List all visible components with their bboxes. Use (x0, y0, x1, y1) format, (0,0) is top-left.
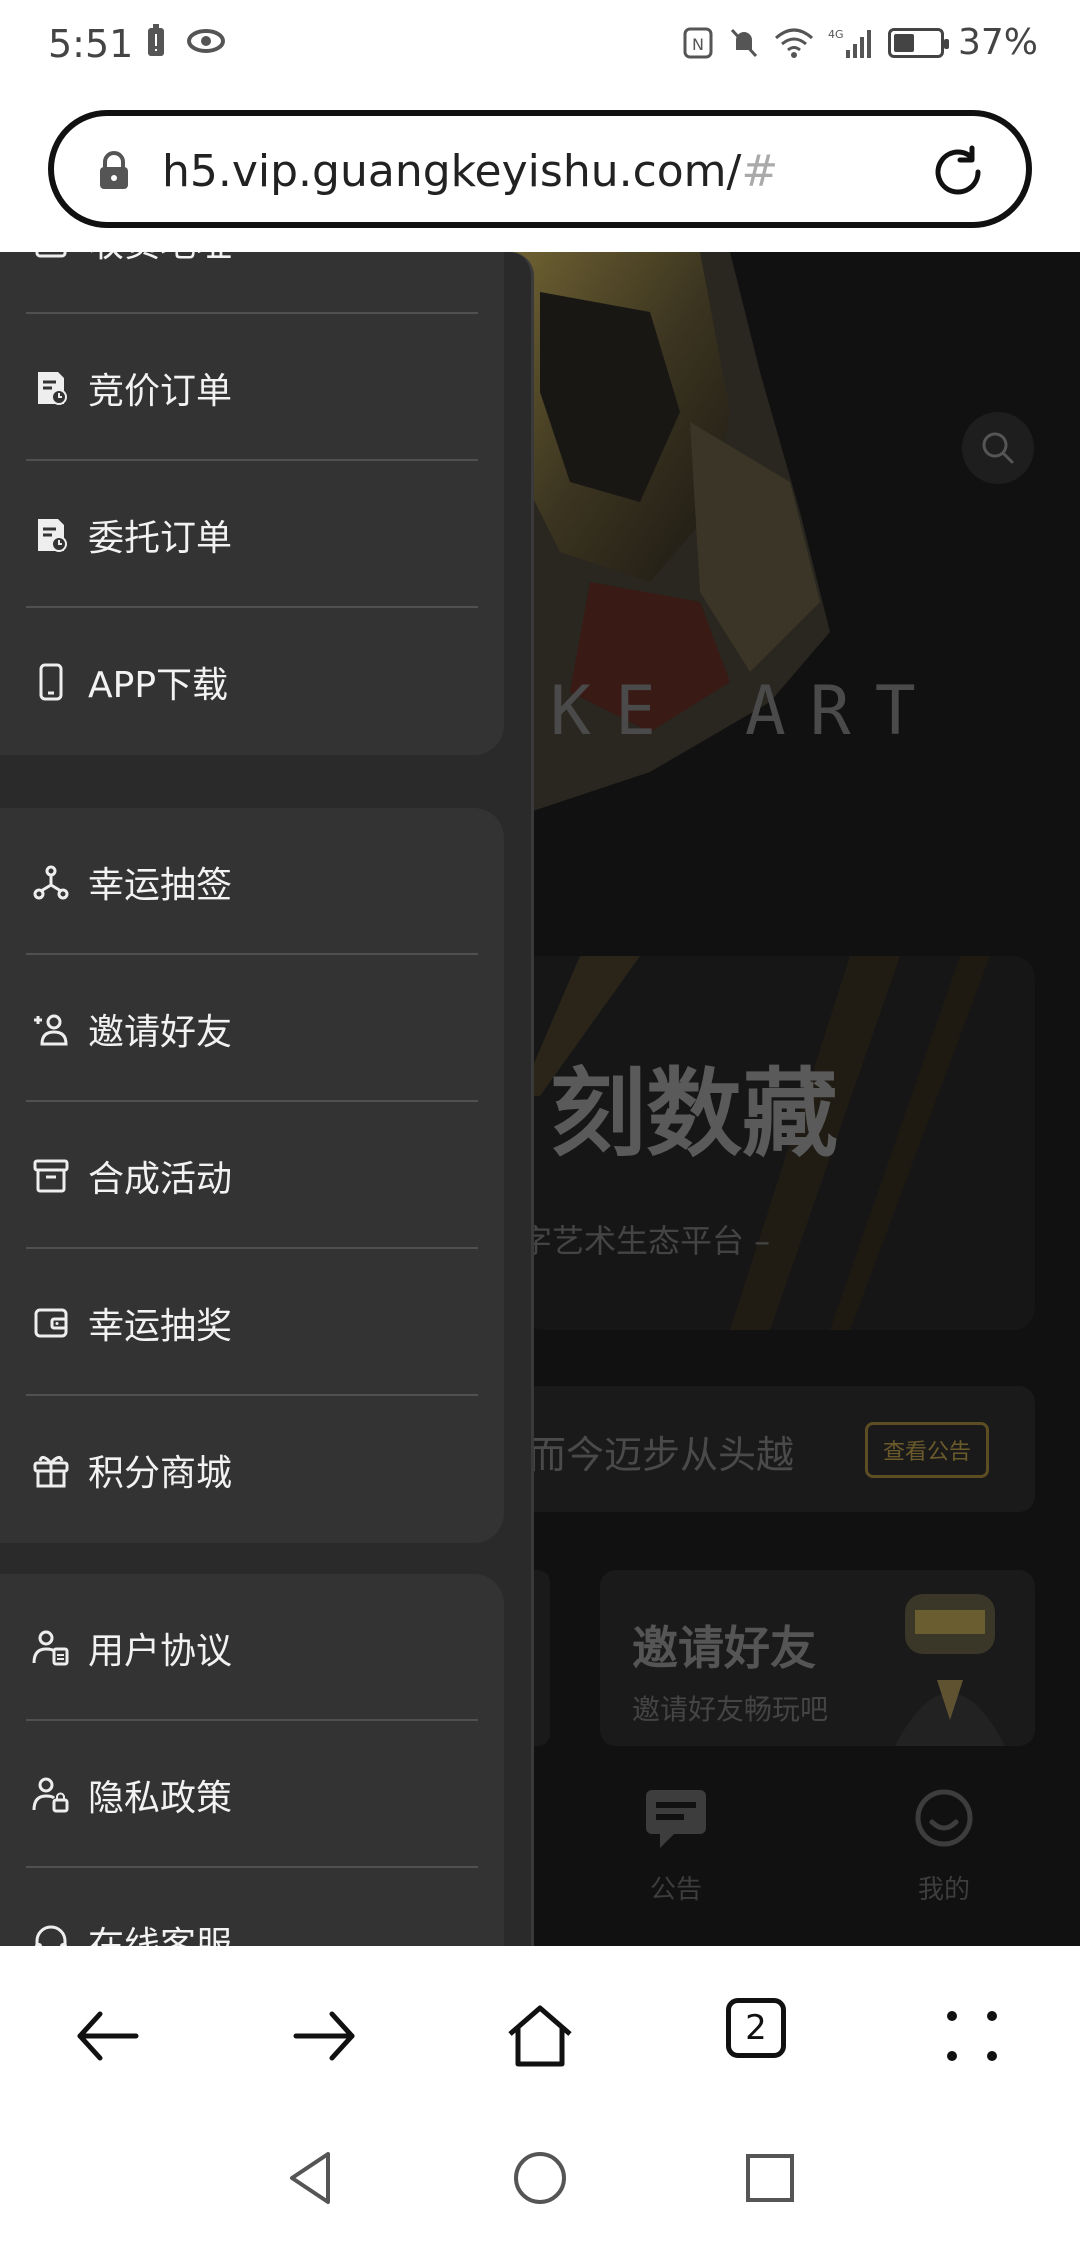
wallet-icon (34, 1308, 68, 1337)
drawer-item-label: 用户协议 (88, 1630, 233, 1672)
address-bar[interactable]: h5.vip.guangkeyishu.com/# (48, 110, 1032, 228)
battery-icon (887, 27, 949, 58)
battery-percent: 37% (957, 22, 1038, 63)
phone-icon (39, 663, 63, 700)
view-notice-button[interactable]: 查看公告 (865, 1422, 989, 1478)
tab-profile[interactable]: 我的 (884, 1782, 1004, 1906)
banner-title: 刻数藏 (550, 1058, 838, 1170)
drawer-item-label: 邀请好友 (88, 1011, 233, 1053)
lock-icon (100, 151, 128, 189)
status-bar: 5:51 N 4G 37% (0, 0, 1080, 92)
status-time: 5:51 (48, 22, 134, 66)
drawer-group-activities: 幸运抽签 邀请好友 合成活动 幸运抽奖 积分商城 (0, 808, 504, 1543)
hero-banner[interactable]: 刻数藏 字艺术生态平台 – (520, 956, 1035, 1330)
side-drawer: 收货地址 竞价订单 委托订单 APP下载 幸运抽签 邀请好 (0, 252, 534, 1946)
url-host: h5.vip.guangkeyishu.com/ (162, 146, 742, 197)
order-icon (38, 371, 67, 405)
status-left-icons (140, 24, 226, 58)
menu-dots-icon[interactable] (934, 1998, 1010, 2074)
reload-icon[interactable] (928, 142, 988, 202)
browser-toolbar: 2 (0, 1946, 1080, 2116)
user-lock-icon (32, 1777, 69, 1812)
drawer-item-label: 竞价订单 (88, 370, 233, 412)
drawer-item-consign-orders[interactable]: 委托订单 (0, 461, 504, 608)
notice-text: 而今迈步从头越 (528, 1433, 795, 1477)
svg-text:4G: 4G (828, 28, 844, 41)
tab-profile-label: 我的 (917, 1875, 970, 1905)
drawer-item-lucky-lottery[interactable]: 幸运抽奖 (0, 1249, 504, 1396)
system-navigation (0, 2116, 1080, 2244)
notice-bar[interactable]: 而今迈步从头越 查看公告 (520, 1386, 1035, 1512)
drawer-item-user-agreement[interactable]: 用户协议 (0, 1574, 504, 1721)
home-icon[interactable] (502, 1998, 578, 2074)
drawer-item-label: 委托订单 (88, 517, 233, 559)
nav-back-icon[interactable] (280, 2148, 340, 2208)
tab-notice-label: 公告 (649, 1875, 702, 1905)
gift-icon (33, 1455, 69, 1487)
drawer-item-synthesis[interactable]: 合成活动 (0, 1102, 504, 1249)
mute-icon (730, 28, 758, 57)
tab-switcher-button[interactable]: 2 (726, 1998, 786, 2058)
headset-icon (35, 1925, 67, 1946)
wifi-icon (774, 28, 813, 58)
nav-recents-icon[interactable] (740, 2148, 800, 2208)
brand-text: KE ART (550, 672, 940, 751)
notice-icon (646, 1790, 706, 1848)
drawer-item-label: 幸运抽签 (88, 864, 233, 906)
order-icon (38, 518, 67, 552)
drawer-group-orders: 收货地址 竞价订单 委托订单 APP下载 (0, 252, 504, 755)
drawer-item-online-service[interactable]: 在线客服 (0, 1868, 504, 1946)
svg-text:N: N (692, 35, 704, 54)
drawer-item-label: 收货地址 (88, 252, 232, 267)
invite-card[interactable]: 邀请好友 邀请好友畅玩吧 (600, 1570, 1035, 1746)
mascot-figure (895, 1594, 1005, 1746)
profile-icon (915, 1789, 973, 1847)
battery-alert-icon (148, 24, 164, 56)
drawer-item-label: 合成活动 (88, 1158, 233, 1200)
address-icon (35, 252, 67, 257)
forward-arrow-icon[interactable] (286, 1998, 362, 2074)
drawer-item-points-mall[interactable]: 积分商城 (0, 1396, 504, 1543)
nfc-icon: N (683, 27, 713, 58)
drawer-item-label: 积分商城 (88, 1452, 233, 1494)
drawer-item-label: APP下载 (88, 664, 229, 706)
share-node-icon (33, 865, 69, 899)
drawer-item-app-download[interactable]: APP下载 (0, 608, 504, 755)
search-icon (982, 432, 1014, 464)
banner-subtitle: 字艺术生态平台 – (520, 1222, 771, 1260)
url-text[interactable]: h5.vip.guangkeyishu.com/# (162, 146, 778, 197)
web-content: KE ART 刻数藏 字艺术生态平台 – 而今迈步从头越 查看公告 邀请好友 邀… (0, 252, 1080, 1946)
drawer-item-bid-orders[interactable]: 竞价订单 (0, 314, 504, 461)
search-button[interactable] (962, 412, 1034, 484)
drawer-item-invite-friends[interactable]: 邀请好友 (0, 955, 504, 1102)
add-user-icon (34, 1014, 68, 1045)
eye-icon (187, 29, 225, 53)
drawer-item-label: 隐私政策 (88, 1777, 233, 1819)
nav-home-icon[interactable] (510, 2148, 570, 2208)
user-doc-icon (32, 1630, 69, 1665)
url-hash: # (741, 146, 779, 197)
drawer-item-privacy-policy[interactable]: 隐私政策 (0, 1721, 504, 1868)
drawer-group-legal: 用户协议 隐私政策 在线客服 (0, 1574, 504, 1946)
drawer-item-lucky-draw-lots[interactable]: 幸运抽签 (0, 808, 504, 955)
back-arrow-icon[interactable] (70, 1998, 146, 2074)
drawer-item-label: 幸运抽奖 (88, 1305, 233, 1347)
archive-icon (33, 1159, 69, 1192)
tab-notice[interactable]: 公告 (616, 1782, 736, 1906)
signal-4g-icon: 4G (828, 28, 871, 58)
invite-card-subtitle: 邀请好友畅玩吧 (632, 1693, 829, 1726)
status-right-icons: N 4G 37% (682, 22, 1038, 63)
invite-card-title: 邀请好友 (632, 1621, 816, 1675)
drawer-item-address[interactable]: 收货地址 (0, 252, 504, 314)
drawer-item-label: 在线客服 (88, 1924, 233, 1947)
